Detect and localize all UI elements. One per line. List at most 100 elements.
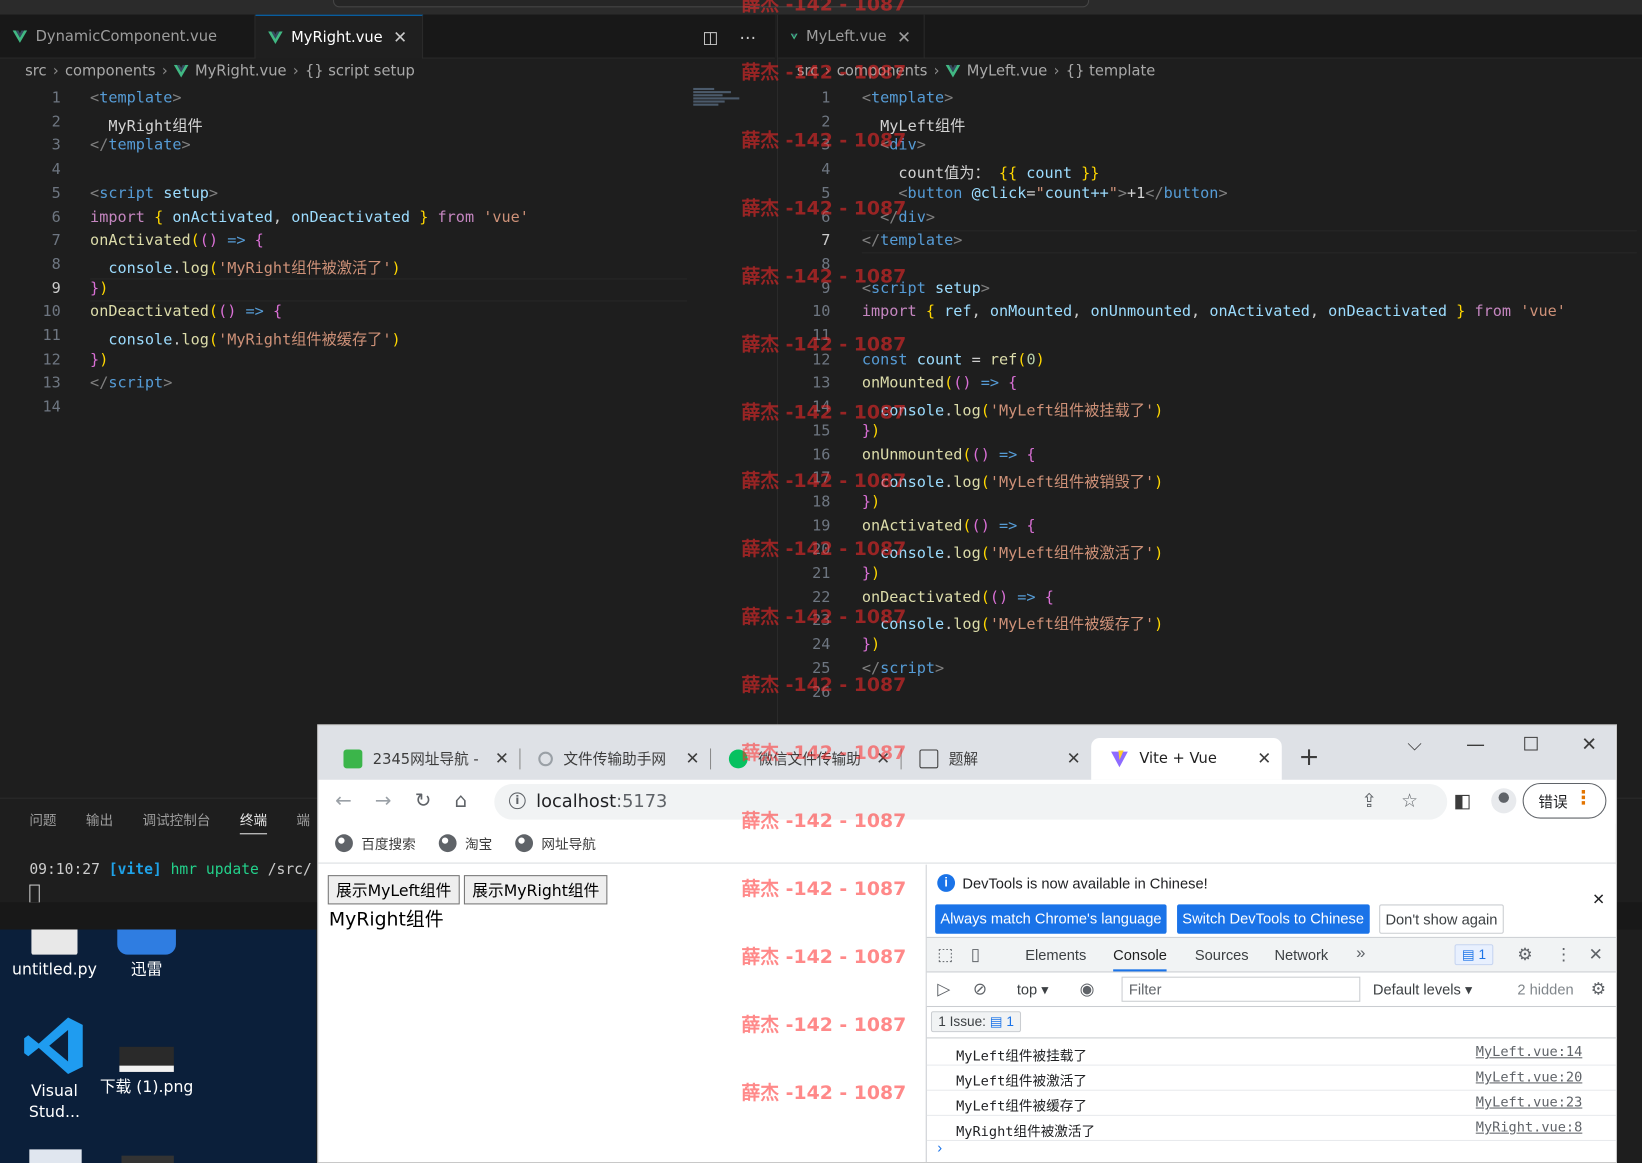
tab-elements[interactable]: Elements xyxy=(1025,946,1086,963)
bookmark-star-icon[interactable]: ☆ xyxy=(1401,790,1418,812)
breadcrumb-item[interactable]: {} script setup xyxy=(305,63,415,80)
error-button[interactable]: 错误 ⋮ xyxy=(1522,783,1607,819)
tab-network[interactable]: Network xyxy=(1274,946,1328,963)
minimap[interactable] xyxy=(693,87,743,119)
desktop-icon-download-png[interactable]: 下载 (1).png xyxy=(98,1046,194,1097)
console-log-source-link[interactable]: MyLeft.vue:14 xyxy=(1476,1045,1583,1061)
site-info-icon[interactable]: i xyxy=(508,792,526,810)
close-icon[interactable]: ✕ xyxy=(1257,748,1271,768)
context-select[interactable]: top ▾ xyxy=(1017,981,1049,999)
desktop-icon-visual-studio[interactable]: Visual Stud... xyxy=(6,1015,102,1122)
back-icon[interactable]: ← xyxy=(335,789,352,812)
split-editor-icon[interactable]: ◫ xyxy=(703,27,719,47)
profile-avatar[interactable] xyxy=(1491,788,1517,814)
filter-input[interactable]: Filter xyxy=(1121,976,1361,1002)
console-settings-icon[interactable]: ⚙ xyxy=(1591,979,1606,1000)
console-log-row[interactable]: MyLeft组件被激活了 MyLeft.vue:20 xyxy=(926,1066,1616,1091)
desktop-icon-partial[interactable] xyxy=(121,1155,174,1163)
show-myright-button[interactable]: 展示MyRight组件 xyxy=(463,875,608,905)
browser-tab-solution[interactable]: 题解 ✕ xyxy=(901,738,1092,780)
tab-problems[interactable]: 问题 xyxy=(29,809,56,834)
issues-link[interactable]: 1 Issue: ▤ 1 xyxy=(930,1011,1022,1033)
close-window-icon[interactable]: ✕ xyxy=(1581,734,1597,756)
browser-tab-filetransfer[interactable]: 文件传输助手网 ✕ xyxy=(519,738,712,780)
close-icon[interactable]: ✕ xyxy=(495,748,509,768)
console-log-row[interactable]: MyLeft组件被缓存了 MyLeft.vue:23 xyxy=(926,1091,1616,1116)
breadcrumb-item[interactable]: src xyxy=(797,63,818,80)
line-number: 23 xyxy=(812,612,831,630)
reload-icon[interactable]: ↻ xyxy=(415,789,432,812)
tab-output[interactable]: 输出 xyxy=(86,809,113,834)
browser-tab-vite-vue[interactable]: Vite + Vue ✕ xyxy=(1091,737,1282,780)
console-log-row[interactable]: MyLeft组件被挂载了 MyLeft.vue:14 xyxy=(926,1041,1616,1066)
new-tab-icon[interactable]: + xyxy=(1299,742,1320,771)
bookmark-baidu[interactable]: 百度搜索 xyxy=(335,833,416,853)
tab-myleft[interactable]: MyLeft.vue ✕ xyxy=(778,14,925,59)
tab-console[interactable]: Console xyxy=(1113,946,1167,972)
inspect-element-icon[interactable]: ⬚ xyxy=(937,944,953,965)
close-icon[interactable]: ✕ xyxy=(1592,890,1605,909)
desktop-icon-partial[interactable] xyxy=(29,1149,82,1163)
more-tabs-icon[interactable]: » xyxy=(1356,944,1365,963)
tab-dynamiccomponent[interactable]: DynamicComponent.vue xyxy=(0,14,256,59)
share-icon[interactable]: ⇪ xyxy=(1361,790,1377,812)
address-bar[interactable]: i localhost:5173 ⇪ ☆ xyxy=(494,784,1448,820)
show-myleft-button[interactable]: 展示MyLeft组件 xyxy=(327,875,460,905)
browser-tab-2345[interactable]: 2345网址导航 - ✕ xyxy=(325,738,521,780)
tab-sources[interactable]: Sources xyxy=(1195,946,1249,963)
close-icon[interactable]: ✕ xyxy=(393,27,407,47)
forward-icon[interactable]: → xyxy=(375,789,392,812)
bookmark-nav[interactable]: 网址导航 xyxy=(515,833,596,853)
console-log-source-link[interactable]: MyLeft.vue:23 xyxy=(1476,1095,1583,1111)
close-icon[interactable]: ✕ xyxy=(1067,748,1081,768)
browser-tab-label: Vite + Vue xyxy=(1139,750,1217,768)
command-center[interactable] xyxy=(333,0,1090,8)
tab-debug-console[interactable]: 调试控制台 xyxy=(142,809,210,834)
more-vert-icon[interactable]: ⋮ xyxy=(1555,944,1572,965)
sidebar-toggle-icon[interactable]: ▷ xyxy=(937,979,950,1000)
log-levels-select[interactable]: Default levels ▾ xyxy=(1373,981,1472,999)
device-toolbar-icon[interactable]: ▯ xyxy=(971,944,980,965)
desktop-icon-untitled-py[interactable]: untitled.py xyxy=(6,929,102,980)
maximize-icon[interactable]: ☐ xyxy=(1523,734,1540,756)
tab-myright[interactable]: MyRight.vue ✕ xyxy=(255,14,424,59)
breadcrumb-item[interactable]: components xyxy=(837,63,928,80)
close-devtools-icon[interactable]: ✕ xyxy=(1589,944,1603,965)
dont-show-button[interactable]: Don't show again xyxy=(1379,904,1504,934)
bookmark-taobao[interactable]: 淘宝 xyxy=(438,833,492,853)
breadcrumb-item[interactable]: src xyxy=(25,63,46,80)
line-number: 17 xyxy=(812,470,831,487)
more-actions-icon[interactable]: ⋯ xyxy=(739,27,756,47)
breadcrumb-item[interactable]: components xyxy=(65,63,156,80)
breadcrumb-item[interactable]: MyLeft.vue xyxy=(967,63,1048,80)
side-panel-icon[interactable]: ◧ xyxy=(1454,790,1472,812)
close-icon[interactable]: ✕ xyxy=(897,27,911,47)
settings-icon[interactable]: ⚙ xyxy=(1517,944,1532,965)
close-icon[interactable]: ✕ xyxy=(685,748,699,768)
tab-label: DynamicComponent.vue xyxy=(35,28,218,46)
breadcrumb-item[interactable]: MyRight.vue xyxy=(195,63,287,80)
home-icon[interactable]: ⌂ xyxy=(454,789,467,812)
tab-ports[interactable]: 端 xyxy=(296,809,310,834)
desktop-icon-label: Visual Stud... xyxy=(28,1081,80,1122)
code-line: }) xyxy=(90,351,109,369)
match-language-button[interactable]: Always match Chrome's language xyxy=(935,904,1167,934)
issues-label: 1 Issue: xyxy=(938,1013,986,1030)
tab-terminal[interactable]: 终端 xyxy=(239,809,268,835)
console-prompt-icon[interactable]: › xyxy=(937,1139,942,1156)
close-icon[interactable]: ✕ xyxy=(876,748,890,768)
console-log-row[interactable]: MyRight组件被激活了 MyRight.vue:8 xyxy=(926,1116,1616,1142)
tab-search-icon[interactable]: ⌵ xyxy=(1407,734,1421,756)
globe-icon xyxy=(438,834,457,853)
eye-icon[interactable]: ◉ xyxy=(1080,979,1095,1000)
switch-chinese-button[interactable]: Switch DevTools to Chinese xyxy=(1177,904,1370,934)
browser-tab-wechat[interactable]: 微信文件传输助 ✕ xyxy=(710,738,902,780)
minimize-icon[interactable]: — xyxy=(1466,734,1485,756)
breadcrumb-item[interactable]: {} template xyxy=(1066,63,1156,80)
console-log-source-link[interactable]: MyLeft.vue:20 xyxy=(1476,1070,1583,1086)
terminal-output[interactable]: 09:10:27 [vite] hmr update /src/ xyxy=(29,862,312,879)
console-log-source-link[interactable]: MyRight.vue:8 xyxy=(1476,1120,1583,1136)
clear-console-icon[interactable]: ⊘ xyxy=(973,979,987,1000)
issues-badge[interactable]: ▤ 1 xyxy=(1454,944,1494,966)
desktop-icon-xunlei[interactable]: 迅雷 xyxy=(98,929,194,980)
